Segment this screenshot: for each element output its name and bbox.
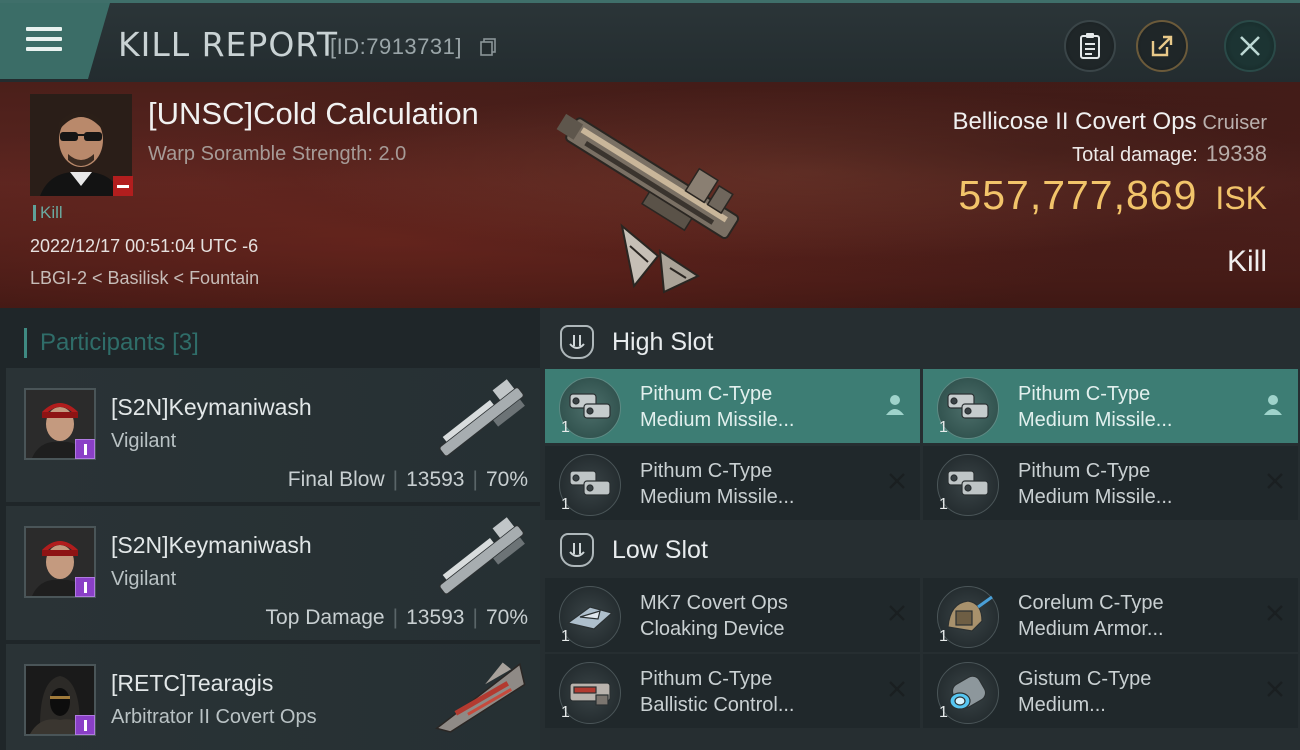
module-quantity: 1 [561,704,570,721]
participant-role: Final Blow [287,468,385,491]
kill-id: [ID:7913731] [330,34,462,59]
participant-ship: Vigilant [111,430,177,452]
participant-badge [75,715,95,735]
participant-percent: 70% [485,468,528,491]
participant-ship: Vigilant [111,568,177,590]
participant-name[interactable]: [S2N]Keymaniwash [111,532,312,559]
module-item[interactable]: 1 Pithum C-Type Ballistic Control... [545,654,920,728]
x-icon [889,681,905,697]
participant-ship-image [438,517,525,595]
victim-ship-image[interactable] [530,86,770,296]
module-item[interactable]: 1 Pithum C-Type Medium Missile... [545,446,920,520]
participant-damage: 13593 [406,606,465,629]
kill-result: Kill [1226,245,1267,278]
high-slot-title: High Slot [612,327,714,356]
participant-ship-image [438,379,525,457]
x-icon [889,473,905,489]
top-bar: KILL REPORT [ID:7913731] [0,0,1300,82]
module-quantity: 1 [561,496,570,513]
participant-name[interactable]: [RETC]Tearagis [111,670,273,697]
fitting-panel: High Slot 1 Pithum C-Type Medium Missile.… [540,308,1300,750]
participant-ship-image [435,662,526,733]
participant-damage: 13593 [406,468,465,491]
participants-header: Participants [3] [24,328,199,358]
module-item[interactable]: 1 Pithum C-Type Medium Missile... [923,369,1298,443]
share-button[interactable] [1136,20,1188,72]
total-damage: Total damage: 19338 [1072,141,1267,166]
module-name: Corelum C-Type Medium Armor... [1018,592,1164,640]
module-quantity: 1 [561,419,570,436]
copy-icon[interactable] [480,38,496,56]
total-damage-value: 19338 [1205,141,1267,166]
participants-count: [3] [172,329,199,356]
module-quantity: 1 [939,704,948,721]
module-item[interactable]: 1 MK7 Covert Ops Cloaking Device [545,578,920,652]
low-slot-title: Low Slot [612,535,708,564]
kill-tag: Kill [33,204,63,221]
isk-value: 557,777,869 [958,172,1198,218]
clipboard-icon [1080,33,1100,59]
participants-panel: Participants [3] [S2N]Keymaniwash Vigila… [0,308,540,750]
ship-class: Cruiser [1202,112,1267,134]
participant-card[interactable]: [S2N]Keymaniwash Vigilant Top Damage | 135… [6,506,540,640]
x-icon [1267,681,1283,697]
low-slot-header: Low Slot [560,532,708,568]
participant-role: Top Damage [265,606,385,629]
person-icon [1264,395,1282,415]
slot-icon [560,533,594,567]
participant-badge [75,577,95,597]
victim-ship-name[interactable]: Bellicose II Covert Ops Cruiser [952,108,1267,136]
participant-stats: Final Blow | 13593 | 70% [287,468,528,491]
menu-button[interactable] [0,3,110,79]
participant-ship: Arbitrator II Covert Ops [111,706,317,728]
module-name: Pithum C-Type Medium Missile... [640,460,795,508]
participant-badge [75,439,95,459]
close-button[interactable] [1224,20,1276,72]
module-name: Pithum C-Type Medium Missile... [1018,460,1173,508]
module-name: Pithum C-Type Ballistic Control... [640,668,795,716]
kill-location[interactable]: LBGI-2 < Basilisk < Fountain [30,268,259,289]
module-quantity: 1 [939,496,948,513]
module-quantity: 1 [561,628,570,645]
share-icon [1151,35,1173,57]
module-name: MK7 Covert Ops Cloaking Device [640,592,788,640]
close-icon [1240,36,1260,56]
module-quantity: 1 [939,628,948,645]
participant-card[interactable]: [S2N]Keymaniwash Vigilant Final Blow | 135… [6,368,540,502]
x-icon [1267,473,1283,489]
kill-timestamp: 2022/12/17 00:51:04 UTC -6 [30,236,259,256]
participant-stats: Top Damage | 13593 | 70% [265,606,528,629]
module-name: Pithum C-Type Medium Missile... [640,383,795,431]
module-item[interactable]: 1 Gistum C-Type Medium... [923,654,1298,728]
module-item[interactable]: 1 Pithum C-Type Medium Missile... [545,369,920,443]
x-icon [889,605,905,621]
slot-icon [560,325,594,359]
participant-card[interactable]: [RETC]Tearagis Arbitrator II Covert Ops [6,644,540,750]
high-slot-header: High Slot [560,324,713,360]
participant-percent: 70% [485,606,528,629]
module-item[interactable]: 1 Corelum C-Type Medium Armor... [923,578,1298,652]
person-icon [886,395,904,415]
isk-unit: ISK [1215,180,1267,216]
loss-badge [113,176,133,196]
isk-value-row: 557,777,869 ISK [958,172,1267,219]
victim-name[interactable]: [UNSC]Cold Calculation [148,96,479,132]
module-name: Pithum C-Type Medium Missile... [1018,383,1173,431]
x-icon [1267,605,1283,621]
module-name: Gistum C-Type Medium... [1018,668,1152,716]
module-quantity: 1 [939,419,948,436]
page-title: KILL REPORT [118,25,338,64]
clipboard-button[interactable] [1064,20,1116,72]
participant-name[interactable]: [S2N]Keymaniwash [111,394,312,421]
module-item[interactable]: 1 Pithum C-Type Medium Missile... [923,446,1298,520]
warp-scramble-strength: Warp Soramble Strength: 2.0 [148,143,407,165]
menu-icon [26,27,62,55]
